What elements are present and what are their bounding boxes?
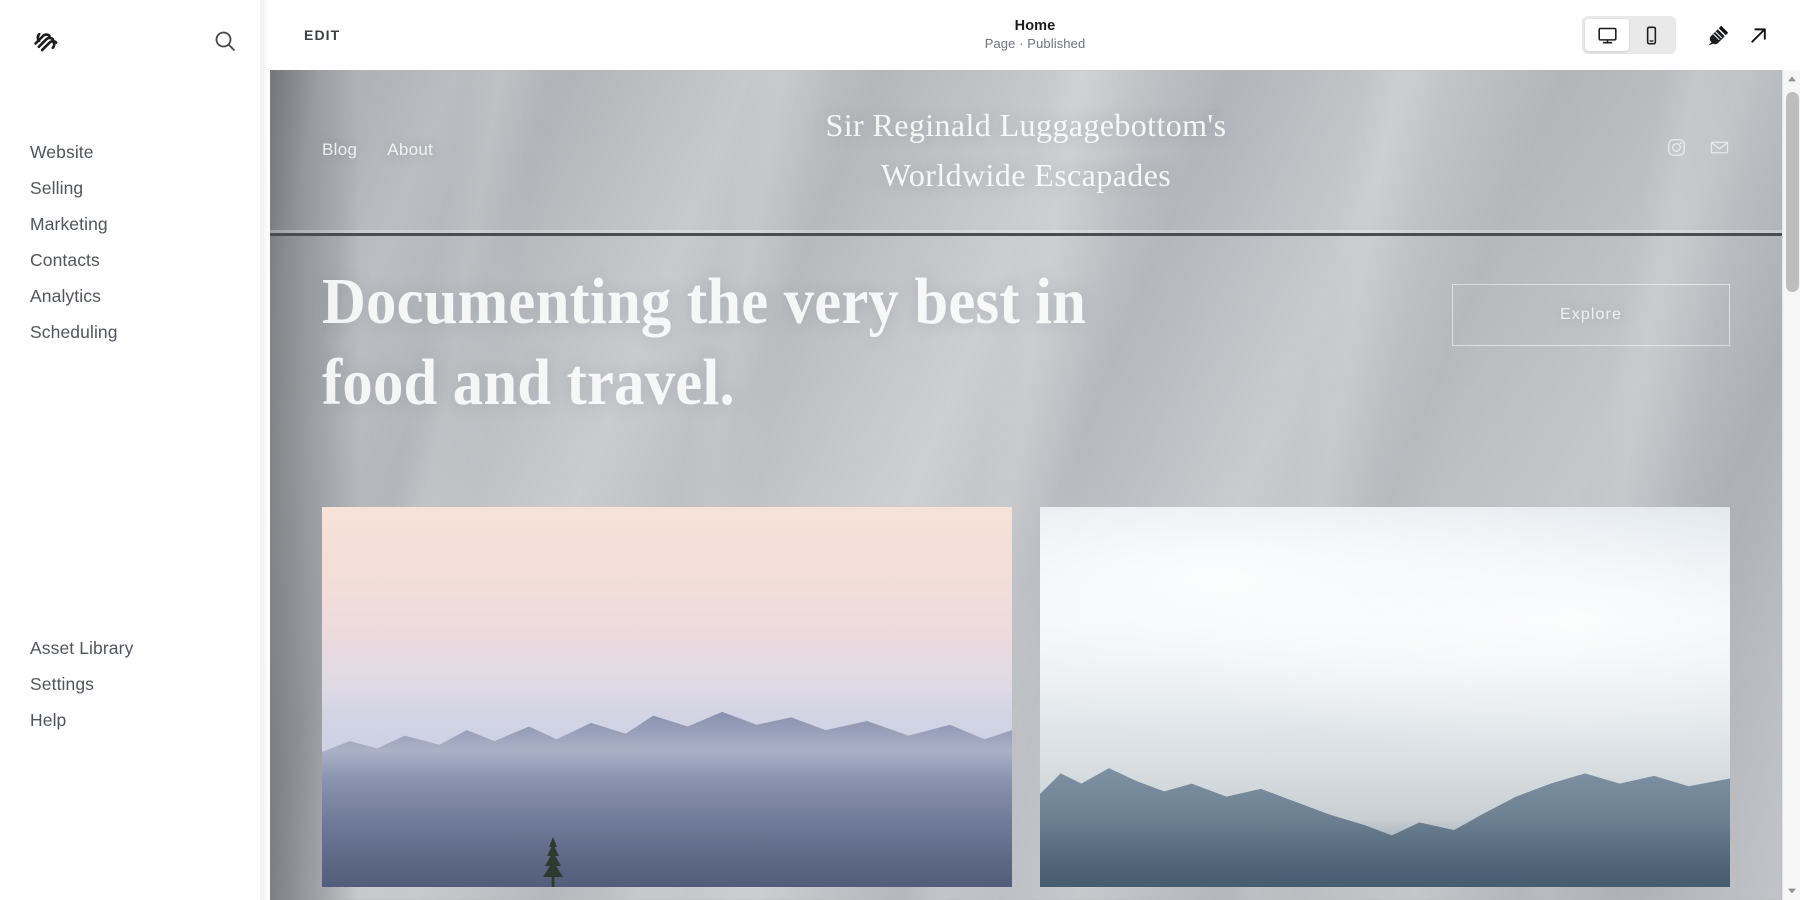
site-nav-about[interactable]: About [387, 140, 433, 160]
site-title-line-1: Sir Reginald Luggagebottom's [825, 107, 1227, 143]
editor-toolbar: EDIT Home Page · Published [270, 0, 1800, 70]
mobile-phone-icon [1646, 25, 1656, 45]
sidebar-item-marketing[interactable]: Marketing [0, 206, 270, 242]
image-gallery [270, 507, 1782, 888]
site-title-line-2: Worldwide Escapades [880, 157, 1172, 193]
site-header-divider [270, 233, 1782, 236]
cloudy-mountain-photo [1040, 507, 1730, 888]
squarespace-logo-icon[interactable] [30, 25, 62, 57]
gallery-image-sunset-mountains[interactable] [322, 507, 1012, 888]
sidebar-header [0, 0, 270, 82]
sidebar-item-website[interactable]: Website [0, 134, 270, 170]
page-info: Home Page · Published [270, 0, 1800, 70]
site-nav-blog[interactable]: Blog [322, 140, 357, 160]
sunset-mountain-photo [322, 507, 1012, 888]
viewport-desktop-button[interactable] [1585, 19, 1629, 51]
site-preview-frame: Blog About Sir Reginald Luggagebottom's … [270, 70, 1800, 900]
sidebar-item-scheduling[interactable]: Scheduling [0, 314, 270, 350]
scroll-down-arrow-icon[interactable] [1783, 882, 1800, 900]
paintbrush-icon [1708, 25, 1728, 45]
design-button[interactable] [1698, 15, 1738, 55]
preview-scroll-thumb[interactable] [1786, 92, 1799, 292]
edit-button[interactable]: EDIT [298, 21, 346, 49]
sidebar-item-help[interactable]: Help [0, 702, 270, 738]
viewport-toggle-group [1582, 16, 1676, 54]
hero-headline: Documenting the very best in food and tr… [322, 265, 1087, 419]
sidebar-secondary-nav: Asset Library Settings Help [0, 630, 270, 900]
sidebar-item-settings[interactable]: Settings [0, 666, 270, 702]
site-navigation: Blog About [322, 140, 433, 160]
tree-silhouette-icon [542, 837, 563, 888]
sidebar-item-contacts[interactable]: Contacts [0, 242, 270, 278]
sidebar-primary-nav: Website Selling Marketing Contacts Analy… [0, 134, 270, 350]
page-title: Home [1014, 18, 1056, 34]
hero-section: Documenting the very best in food and tr… [270, 230, 1782, 423]
scroll-up-arrow-icon[interactable] [1783, 70, 1800, 88]
sidebar-item-analytics[interactable]: Analytics [0, 278, 270, 314]
explore-button[interactable]: Explore [1452, 284, 1730, 346]
email-envelope-icon[interactable] [1709, 137, 1730, 163]
previewed-site: Blog About Sir Reginald Luggagebottom's … [270, 70, 1782, 900]
editor-main: EDIT Home Page · Published Blog About Si… [270, 0, 1800, 900]
gallery-image-cloudy-mountains[interactable] [1040, 507, 1730, 888]
sidebar-item-selling[interactable]: Selling [0, 170, 270, 206]
viewport-mobile-button[interactable] [1629, 19, 1673, 51]
search-icon[interactable] [212, 28, 238, 54]
site-social-links [1666, 137, 1730, 163]
external-link-arrow-icon [1750, 27, 1766, 43]
desktop-monitor-icon [1597, 27, 1617, 43]
instagram-icon[interactable] [1666, 137, 1687, 163]
preview-scrollbar[interactable] [1782, 70, 1800, 900]
site-header: Blog About Sir Reginald Luggagebottom's … [270, 70, 1782, 230]
squarespace-editor-app: Website Selling Marketing Contacts Analy… [0, 0, 1800, 900]
sidebar-item-asset-library[interactable]: Asset Library [0, 630, 270, 666]
page-status: Page · Published [984, 36, 1086, 51]
main-sidebar: Website Selling Marketing Contacts Analy… [0, 0, 270, 900]
site-title: Sir Reginald Luggagebottom's Worldwide E… [270, 100, 1782, 200]
toolbar-actions [1582, 15, 1778, 55]
open-live-site-button[interactable] [1738, 15, 1778, 55]
